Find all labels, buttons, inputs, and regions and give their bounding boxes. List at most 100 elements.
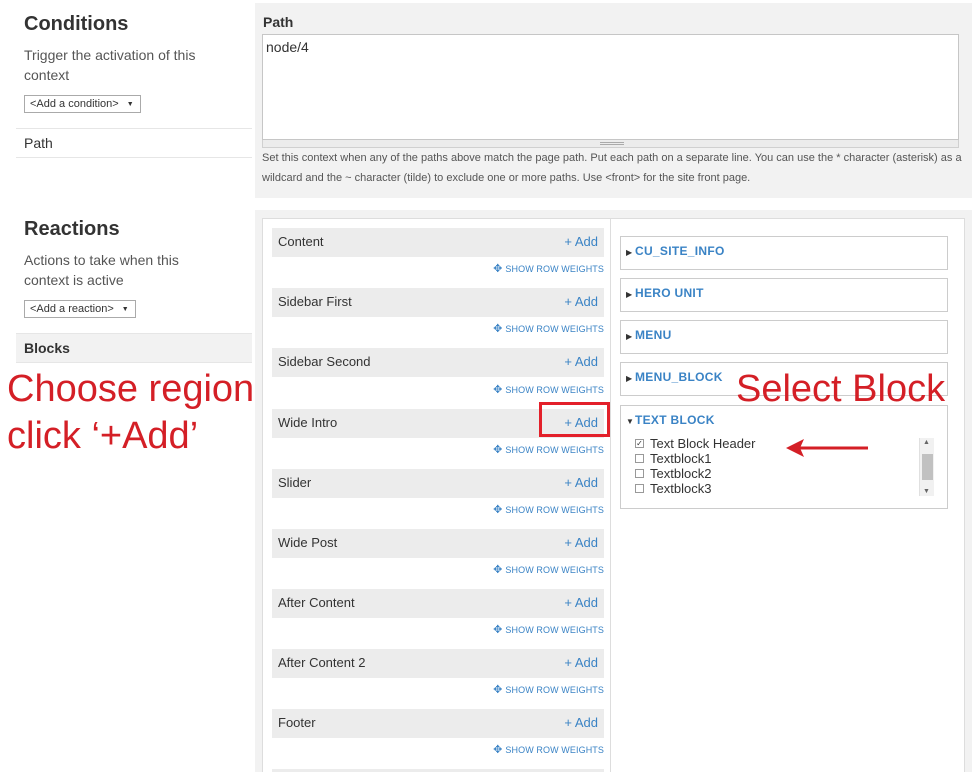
vtab-item-blocks[interactable]: Blocks <box>16 333 252 363</box>
region-name: Wide Intro <box>278 415 338 430</box>
annotation-select-block: Select Block <box>736 368 946 410</box>
show-row-weights-label: SHOW ROW WEIGHTS <box>505 685 604 695</box>
region-add-link[interactable]: + Add <box>564 655 598 670</box>
region-row-content: Content + Add <box>272 228 604 257</box>
show-row-weights-link[interactable]: ✥ SHOW ROW WEIGHTS <box>493 383 604 396</box>
show-row-weights-link[interactable]: ✥ SHOW ROW WEIGHTS <box>493 683 604 696</box>
scroll-up-icon[interactable]: ▲ <box>923 439 930 446</box>
conditions-section: Conditions Trigger the activation of thi… <box>24 13 214 113</box>
move-icon: ✥ <box>493 263 503 275</box>
move-icon: ✥ <box>493 323 503 335</box>
checkbox-checked[interactable]: ✓ <box>635 439 644 448</box>
block-item-label: Textblock1 <box>650 451 712 466</box>
annotation-choose-region: Choose region <box>7 368 255 410</box>
checkbox[interactable] <box>635 454 644 463</box>
show-row-weights-link[interactable]: ✥ SHOW ROW WEIGHTS <box>493 623 604 636</box>
show-row-weights-label: SHOW ROW WEIGHTS <box>505 745 604 755</box>
block-category-label: TEXT BLOCK <box>635 413 715 427</box>
region-row-sidebar-second: Sidebar Second + Add <box>272 348 604 377</box>
region-add-link[interactable]: + Add <box>564 354 598 369</box>
path-help-text: Set this context when any of the paths a… <box>262 152 962 184</box>
reactions-section: Reactions Actions to take when this cont… <box>24 218 214 318</box>
block-item-textblock1[interactable]: Textblock1 <box>635 451 935 466</box>
block-category-label: HERO UNIT <box>635 286 704 300</box>
path-label: Path <box>263 14 294 30</box>
checkbox[interactable] <box>635 469 644 478</box>
move-icon: ✥ <box>493 444 503 456</box>
reactions-title: Reactions <box>24 218 120 240</box>
scrollbar-thumb[interactable] <box>922 454 933 480</box>
move-icon: ✥ <box>493 624 503 636</box>
scroll-down-icon[interactable]: ▼ <box>923 488 930 495</box>
move-icon: ✥ <box>493 684 503 696</box>
move-icon: ✥ <box>493 744 503 756</box>
show-row-weights-label: SHOW ROW WEIGHTS <box>505 565 604 575</box>
region-name: Sidebar First <box>278 294 352 309</box>
show-row-weights-link[interactable]: ✥ SHOW ROW WEIGHTS <box>493 322 604 335</box>
column-divider <box>610 219 611 772</box>
show-row-weights-label: SHOW ROW WEIGHTS <box>505 324 604 334</box>
path-textarea[interactable]: node/4 <box>262 34 959 140</box>
block-list-scrollbar[interactable]: ▲ ▼ <box>919 438 934 496</box>
textarea-resize-handle[interactable] <box>262 140 959 148</box>
show-row-weights-link[interactable]: ✥ SHOW ROW WEIGHTS <box>493 563 604 576</box>
annotation-click-add: click ‘+Add’ <box>7 415 199 457</box>
region-row-slider: Slider + Add <box>272 469 604 498</box>
add-condition-select[interactable]: <Add a condition> ▼ <box>24 95 141 113</box>
region-row-wide-post: Wide Post + Add <box>272 529 604 558</box>
text-block-list: ✓ Text Block Header Textblock1 Textblock2… <box>635 436 935 496</box>
collapsed-triangle-icon: ▶ <box>626 332 633 341</box>
expanded-triangle-icon: ▼ <box>626 417 634 426</box>
show-row-weights-label: SHOW ROW WEIGHTS <box>505 625 604 635</box>
collapsed-triangle-icon: ▶ <box>626 290 633 299</box>
region-name: After Content 2 <box>278 655 366 670</box>
add-condition-select-label: <Add a condition> <box>30 98 119 110</box>
conditions-title: Conditions <box>24 13 129 35</box>
show-row-weights-label: SHOW ROW WEIGHTS <box>505 505 604 515</box>
region-add-link[interactable]: + Add <box>564 715 598 730</box>
block-item-textblock2[interactable]: Textblock2 <box>635 466 935 481</box>
block-category-hero-unit[interactable]: ▶ HERO UNIT <box>620 278 948 312</box>
region-name: Footer <box>278 715 316 730</box>
show-row-weights-link[interactable]: ✥ SHOW ROW WEIGHTS <box>493 443 604 456</box>
region-row-after-content-2: After Content 2 + Add <box>272 649 604 678</box>
block-category-cu-site-info[interactable]: ▶ CU_SITE_INFO <box>620 236 948 270</box>
caret-down-icon: ▼ <box>126 101 134 108</box>
block-category-menu[interactable]: ▶ MENU <box>620 320 948 354</box>
move-icon: ✥ <box>493 564 503 576</box>
collapsed-triangle-icon: ▶ <box>626 374 633 383</box>
region-add-link[interactable]: + Add <box>564 294 598 309</box>
add-reaction-select-label: <Add a reaction> <box>30 303 114 315</box>
region-add-link[interactable]: + Add <box>564 475 598 490</box>
add-reaction-select[interactable]: <Add a reaction> ▼ <box>24 300 136 318</box>
region-name: Sidebar Second <box>278 354 371 369</box>
move-icon: ✥ <box>493 504 503 516</box>
region-row-after-content: After Content + Add <box>272 589 604 618</box>
block-category-text-block[interactable]: ▼ TEXT BLOCK ✓ Text Block Header Textbloc… <box>620 405 948 509</box>
show-row-weights-link[interactable]: ✥ SHOW ROW WEIGHTS <box>493 262 604 275</box>
region-row-footer: Footer + Add <box>272 709 604 738</box>
add-highlight-annotation <box>539 402 610 437</box>
show-row-weights-link[interactable]: ✥ SHOW ROW WEIGHTS <box>493 743 604 756</box>
region-name: Content <box>278 234 324 249</box>
show-row-weights-label: SHOW ROW WEIGHTS <box>505 264 604 274</box>
region-add-link[interactable]: + Add <box>564 595 598 610</box>
region-row-sidebar-first: Sidebar First + Add <box>272 288 604 317</box>
block-category-label: MENU <box>635 328 672 342</box>
region-name: After Content <box>278 595 355 610</box>
reactions-description: Actions to take when this context is act… <box>24 252 179 288</box>
block-item-textblock3[interactable]: Textblock3 <box>635 481 935 496</box>
show-row-weights-label: SHOW ROW WEIGHTS <box>505 385 604 395</box>
block-item-text-block-header[interactable]: ✓ Text Block Header <box>635 436 935 451</box>
block-item-label: Textblock2 <box>650 466 712 481</box>
block-category-label: MENU_BLOCK <box>635 370 723 384</box>
region-add-link[interactable]: + Add <box>564 234 598 249</box>
vtab-item-path[interactable]: Path <box>16 128 252 158</box>
show-row-weights-link[interactable]: ✥ SHOW ROW WEIGHTS <box>493 503 604 516</box>
move-icon: ✥ <box>493 384 503 396</box>
checkbox[interactable] <box>635 484 644 493</box>
block-item-label: Text Block Header <box>650 436 756 451</box>
region-add-link[interactable]: + Add <box>564 535 598 550</box>
region-name: Slider <box>278 475 312 490</box>
blocks-editor: Content + Add ✥ SHOW ROW WEIGHTS Sidebar … <box>262 218 965 772</box>
